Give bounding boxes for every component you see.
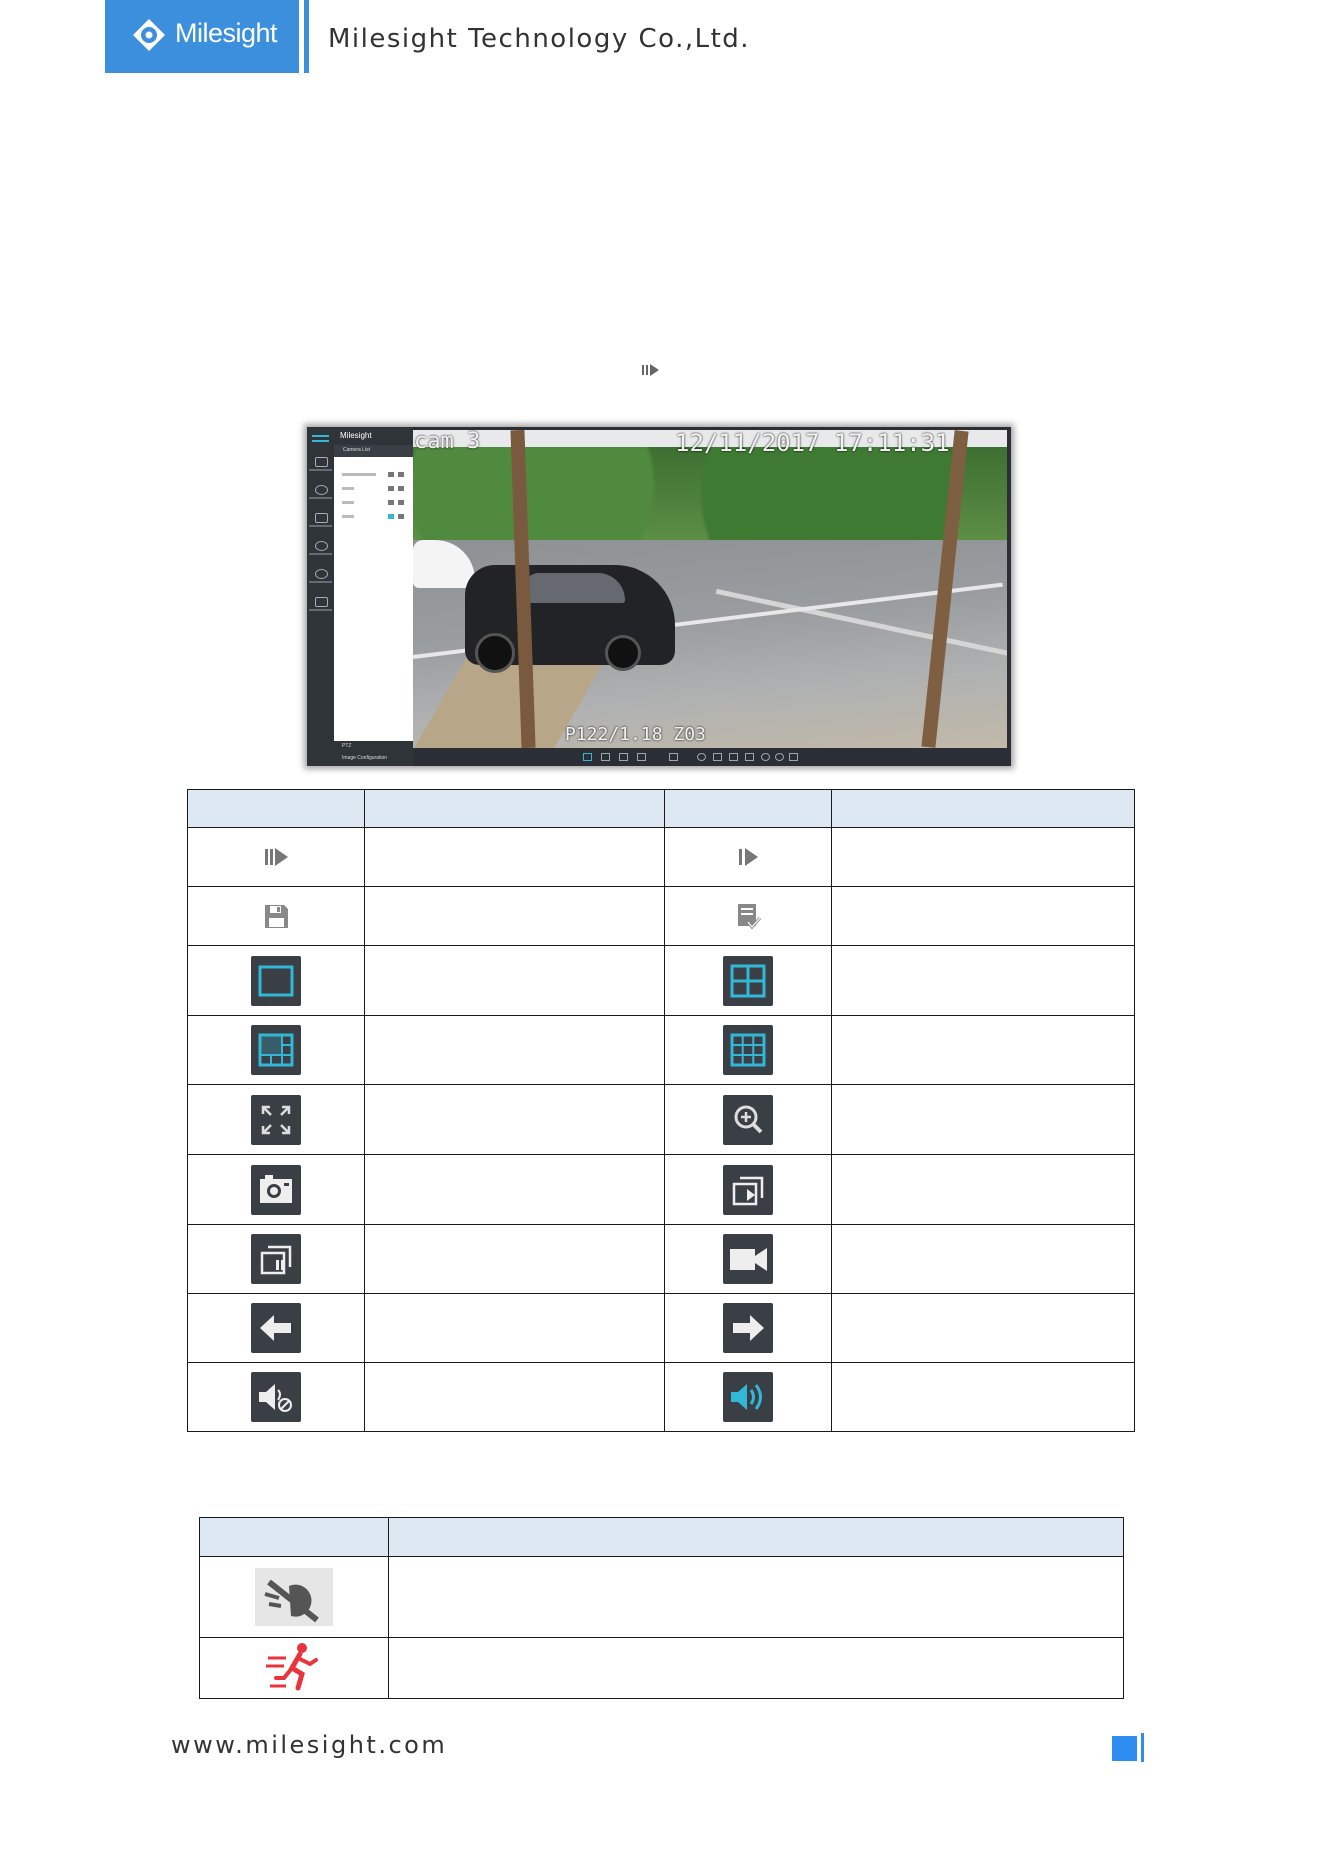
fullscreen-icon (251, 1094, 302, 1145)
next-arrow-icon[interactable] (775, 753, 784, 761)
header-divider (304, 0, 309, 73)
save-icon (258, 898, 295, 934)
camera-list-panel (334, 457, 413, 741)
company-name: Milesight Technology Co.,Ltd. (328, 24, 751, 54)
record-icon (723, 1234, 774, 1284)
table-row (186, 1084, 1135, 1155)
zoom-in-icon (723, 1094, 774, 1145)
four-layout-icon (723, 955, 774, 1006)
single-layout-icon[interactable] (583, 753, 592, 761)
live-view-screenshot: Milesight Camera List PTZ Image Configur… (307, 427, 1011, 766)
live-view-icon (315, 457, 328, 467)
camera-video-feed: cam 3 12/11/2017 17:11:31 P122/1.18 Z03 (413, 430, 1007, 748)
volume-icon (723, 1372, 774, 1422)
header-cell (186, 789, 366, 828)
table-row (186, 1224, 1135, 1294)
four-layout-icon[interactable] (601, 753, 610, 761)
table-row (186, 1015, 1135, 1085)
table-row (186, 1293, 1135, 1363)
logout-icon (315, 597, 328, 607)
status-icon (315, 541, 328, 551)
table-row (186, 827, 1135, 887)
app-brand: Milesight (340, 431, 372, 440)
previous-arrow-icon (251, 1303, 302, 1353)
table-row (186, 886, 1135, 946)
table-row (186, 945, 1135, 1016)
header-cell (388, 1517, 1124, 1557)
table-row (199, 1637, 1124, 1699)
six-layout-icon[interactable] (619, 753, 628, 761)
header-cell (364, 789, 665, 828)
header-cell (199, 1517, 389, 1557)
settings-icon (315, 513, 328, 523)
osd-camera-name: cam 3 (414, 430, 481, 454)
brand-name: Milesight (175, 18, 278, 48)
single-layout-icon (251, 955, 302, 1006)
motion-detection-icon (264, 1640, 324, 1696)
footer-website: www.milesight.com (171, 1731, 448, 1759)
page-number-bar (1141, 1733, 1144, 1762)
mute-icon (251, 1372, 302, 1422)
header-cell (831, 789, 1135, 828)
side-nav-rail (307, 427, 334, 766)
nine-layout-icon (723, 1025, 774, 1075)
play-pause-icon (642, 364, 659, 376)
status-icon-table (199, 1517, 1124, 1699)
table-row (186, 1154, 1135, 1225)
save-list-icon (730, 898, 767, 934)
header-cell (663, 789, 833, 828)
nine-layout-icon[interactable] (637, 753, 646, 761)
pause-all-icon (251, 1234, 302, 1284)
brand-logo: Milesight (105, 0, 299, 73)
zoom-in-icon[interactable] (697, 753, 706, 761)
table-row (186, 1362, 1135, 1432)
osd-ptz-info: P122/1.18 Z03 (565, 724, 706, 745)
record-icon[interactable] (745, 753, 754, 761)
six-layout-icon (251, 1025, 302, 1075)
play-pause-icon (258, 839, 295, 875)
playback-icon (315, 485, 328, 495)
snapshot-icon (251, 1164, 302, 1215)
toolbar-icon-table (186, 789, 1135, 1432)
osd-datetime: 12/11/2017 17:11:31 (675, 430, 950, 457)
volume-icon[interactable] (789, 753, 798, 761)
table-row (199, 1556, 1124, 1638)
play-all-icon[interactable] (729, 753, 738, 761)
table-header-row (186, 789, 1135, 828)
camera-list-item (342, 485, 408, 492)
camera-list-title: Camera List (343, 447, 370, 453)
previous-arrow-icon[interactable] (761, 753, 770, 761)
snapshot-icon[interactable] (713, 753, 722, 761)
camera-list-item (342, 513, 408, 520)
camera-list-item (342, 471, 408, 478)
table-header-row (199, 1517, 1124, 1557)
page-number-box (1112, 1736, 1137, 1761)
ptz-label: PTZ (342, 743, 352, 749)
live-view-toolbar (413, 748, 1011, 766)
play-all-icon (723, 1164, 774, 1215)
logs-icon (315, 569, 328, 579)
next-arrow-icon (723, 1303, 774, 1353)
milesight-logo-icon (133, 19, 165, 51)
camera-list-item (342, 499, 408, 506)
image-configuration-label: Image Configuration (342, 755, 388, 761)
video-loss-icon (255, 1568, 333, 1626)
play-icon (730, 839, 767, 875)
fullscreen-icon[interactable] (669, 753, 678, 761)
black-car (465, 565, 675, 673)
